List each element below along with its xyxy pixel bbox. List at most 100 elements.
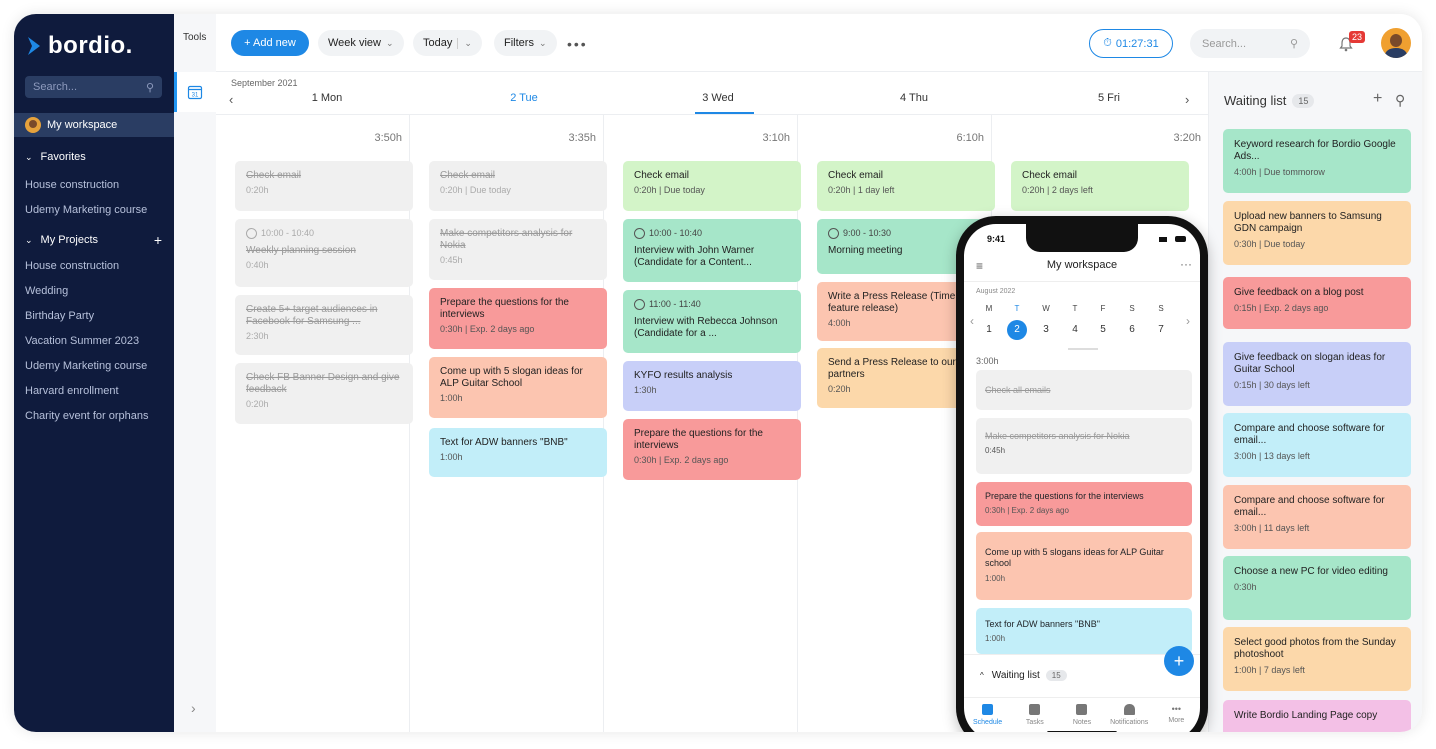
task-meta: 0:30h | Exp. 2 days ago bbox=[440, 324, 535, 334]
task-card[interactable]: Check email 0:20h | 2 days left bbox=[1011, 161, 1189, 211]
phone-day-total: 3:00h bbox=[976, 356, 999, 366]
sidebar-item-favorite[interactable]: Udemy Marketing course bbox=[25, 204, 147, 216]
search-input[interactable]: Search... ⚲ bbox=[1190, 29, 1310, 58]
search-icon[interactable]: ⚲ bbox=[1395, 92, 1405, 109]
day-header-mon[interactable]: 1 Mon bbox=[277, 92, 377, 104]
sidebar: bordio. Search... ⚲ My workspace ⌄ Favor… bbox=[14, 14, 174, 732]
next-week-icon[interactable]: › bbox=[1185, 92, 1189, 107]
chevron-right-icon[interactable]: › bbox=[1186, 314, 1190, 328]
favorites-section[interactable]: ⌄ Favorites bbox=[25, 151, 162, 163]
task-title: Prepare the questions for the interviews bbox=[634, 428, 763, 451]
checkbox-icon bbox=[1029, 704, 1041, 715]
task-meta: 3:00h | 11 days left bbox=[1234, 523, 1310, 533]
nav-schedule[interactable]: Schedule bbox=[965, 698, 1010, 732]
add-icon[interactable]: + bbox=[1373, 90, 1382, 108]
sidebar-item-project[interactable]: Udemy Marketing course bbox=[25, 360, 147, 372]
nav-notes[interactable]: Notes bbox=[1059, 698, 1104, 732]
task-card[interactable]: Check email 0:20h | Due today bbox=[429, 161, 607, 211]
task-card[interactable]: Check email 0:20h | 1 day left bbox=[817, 161, 995, 211]
more-options-icon[interactable]: ··· bbox=[1180, 257, 1192, 271]
task-card[interactable]: KYFO results analysis 1:30h bbox=[623, 361, 801, 411]
phone-waiting-count: 15 bbox=[1045, 670, 1067, 681]
waiting-list-card[interactable]: Upload new banners to Samsung GDN campai… bbox=[1223, 201, 1411, 265]
week-view-dropdown[interactable]: Week view ⌄ bbox=[318, 30, 404, 56]
waiting-list-card[interactable]: Write Bordio Landing Page copy bbox=[1223, 700, 1411, 732]
sidebar-item-project[interactable]: Birthday Party bbox=[25, 310, 94, 322]
weekday-label: M bbox=[985, 304, 993, 313]
task-title: Come up with 5 slogans ideas for ALP Gui… bbox=[985, 547, 1164, 569]
task-card[interactable]: Text for ADW banners "BNB" 1:00h bbox=[429, 428, 607, 477]
add-project-icon[interactable]: + bbox=[154, 232, 162, 248]
previous-week-icon[interactable]: ‹ bbox=[229, 92, 233, 107]
day-header-tue[interactable]: 2 Tue bbox=[474, 92, 574, 104]
date-button[interactable]: 1 bbox=[979, 320, 999, 340]
nav-more[interactable]: ••• More bbox=[1154, 698, 1199, 732]
filters-dropdown[interactable]: Filters ⌄ bbox=[494, 30, 557, 56]
task-card[interactable]: 10:00 - 10:40 Weekly planning session 0:… bbox=[235, 219, 413, 287]
phone-bottom-nav: Schedule Tasks Notes Notifications ••• Mo… bbox=[964, 698, 1200, 732]
more-options-icon[interactable]: ••• bbox=[567, 36, 588, 52]
today-button[interactable]: Today ⌄ bbox=[413, 30, 482, 56]
logo[interactable]: bordio. bbox=[26, 30, 133, 62]
chevron-down-icon: ⌄ bbox=[25, 234, 33, 245]
waiting-list-card[interactable]: Give feedback on a blog post 0:15h | Exp.… bbox=[1223, 277, 1411, 329]
task-card[interactable]: Create 5+ target audiences in Facebook f… bbox=[235, 295, 413, 355]
task-card[interactable]: Prepare the questions for the interviews… bbox=[429, 288, 607, 349]
waiting-list-card[interactable]: Keyword research for Bordio Google Ads..… bbox=[1223, 129, 1411, 193]
task-card[interactable]: Prepare the questions for the interviews… bbox=[623, 419, 801, 480]
collapse-sidebar-icon[interactable]: › bbox=[191, 700, 196, 716]
task-meta: 0:15h | 30 days left bbox=[1234, 380, 1310, 390]
task-card[interactable]: Check FB Banner Design and give feedback… bbox=[235, 363, 413, 424]
task-card[interactable]: Check all emails bbox=[976, 370, 1192, 410]
sidebar-item-project[interactable]: Charity event for orphans bbox=[25, 410, 149, 422]
sidebar-item-project[interactable]: House construction bbox=[25, 260, 119, 272]
waiting-list-card[interactable]: Give feedback on slogan ideas for Guitar… bbox=[1223, 342, 1411, 406]
sidebar-search-input[interactable]: Search... ⚲ bbox=[25, 76, 162, 98]
nav-tasks[interactable]: Tasks bbox=[1012, 698, 1057, 732]
sidebar-item-favorite[interactable]: House construction bbox=[25, 179, 119, 191]
sidebar-item-project[interactable]: Wedding bbox=[25, 285, 68, 297]
filters-label: Filters bbox=[504, 37, 534, 49]
task-card[interactable]: Come up with 5 slogans ideas for ALP Gui… bbox=[976, 532, 1192, 600]
task-card[interactable]: 10:00 - 10:40 Interview with John Warner… bbox=[623, 219, 801, 282]
waiting-list-card[interactable]: Select good photos from the Sunday photo… bbox=[1223, 627, 1411, 691]
task-meta: 0:20h bbox=[246, 399, 269, 409]
day-header-wed[interactable]: 3 Wed bbox=[668, 92, 768, 104]
date-button[interactable]: 5 bbox=[1093, 320, 1113, 340]
date-button[interactable]: 3 bbox=[1036, 320, 1056, 340]
calendar-tool-button[interactable]: 31 bbox=[174, 72, 216, 112]
date-button[interactable]: 6 bbox=[1122, 320, 1142, 340]
task-card[interactable]: Make competitors analysis for Nokia 0:45… bbox=[976, 418, 1192, 474]
task-card[interactable]: 11:00 - 11:40 Interview with Rebecca Joh… bbox=[623, 290, 801, 353]
task-card[interactable]: Come up with 5 slogan ideas for ALP Guit… bbox=[429, 357, 607, 418]
nav-label: More bbox=[1168, 717, 1185, 724]
chevron-left-icon[interactable]: ‹ bbox=[970, 314, 974, 328]
projects-section[interactable]: ⌄ My Projects + bbox=[25, 232, 162, 248]
user-avatar[interactable] bbox=[1381, 28, 1411, 58]
task-card[interactable]: Prepare the questions for the interviews… bbox=[976, 482, 1192, 526]
waiting-list-card[interactable]: Compare and choose software for email...… bbox=[1223, 485, 1411, 549]
waiting-list-card[interactable]: Choose a new PC for video editing 0:30h bbox=[1223, 556, 1411, 620]
sidebar-item-workspace[interactable]: My workspace bbox=[14, 113, 174, 137]
date-button[interactable]: 2 bbox=[1007, 320, 1027, 340]
weekday-label: W bbox=[1042, 304, 1050, 313]
task-card[interactable]: Check email 0:20h bbox=[235, 161, 413, 211]
phone-title: My workspace bbox=[1046, 259, 1118, 271]
task-card[interactable]: Check email 0:20h | Due today bbox=[623, 161, 801, 211]
date-button[interactable]: 4 bbox=[1065, 320, 1085, 340]
sidebar-item-project[interactable]: Harvard enrollment bbox=[25, 385, 119, 397]
day-total: 3:20h bbox=[1173, 132, 1201, 144]
add-task-fab[interactable]: + bbox=[1164, 646, 1194, 676]
task-meta: 1:00h bbox=[440, 393, 463, 403]
day-header-thu[interactable]: 4 Thu bbox=[864, 92, 964, 104]
task-card[interactable]: Text for ADW banners "BNB" 1:00h bbox=[976, 608, 1192, 654]
waiting-list-card[interactable]: Compare and choose software for email...… bbox=[1223, 413, 1411, 477]
timer-button[interactable]: ⏱ 01:27:31 bbox=[1089, 29, 1173, 58]
app-window: bordio. Search... ⚲ My workspace ⌄ Favor… bbox=[14, 14, 1422, 732]
date-button[interactable]: 7 bbox=[1151, 320, 1171, 340]
day-header-fri[interactable]: 5 Fri bbox=[1059, 92, 1159, 104]
sidebar-item-project[interactable]: Vacation Summer 2023 bbox=[25, 335, 139, 347]
task-card[interactable]: Make competitors analysis for Nokia 0:45… bbox=[429, 219, 607, 280]
add-new-button[interactable]: + Add new bbox=[231, 30, 309, 56]
nav-notifications[interactable]: Notifications bbox=[1107, 698, 1152, 732]
